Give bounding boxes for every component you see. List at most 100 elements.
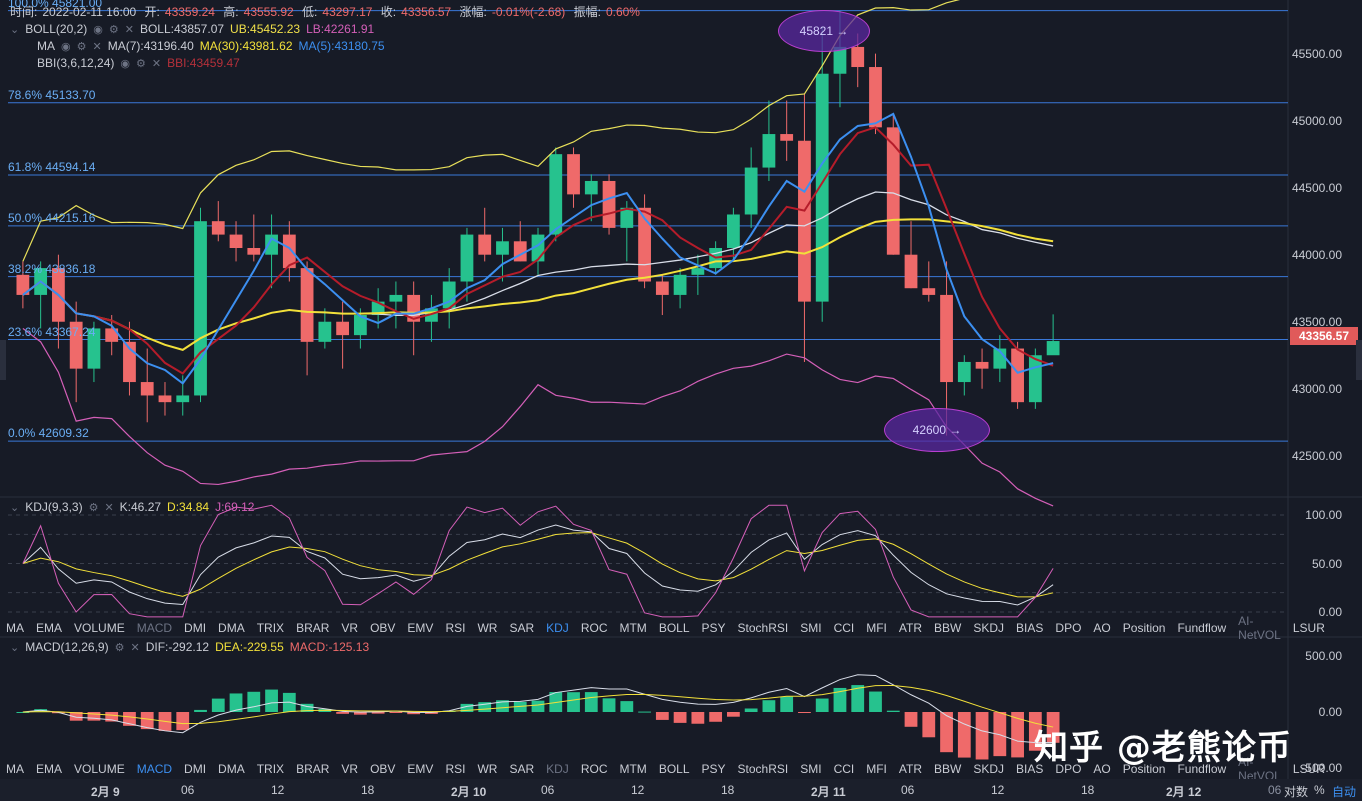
indicator-tab[interactable]: KDJ — [540, 621, 575, 635]
indicator-tab[interactable]: VOLUME — [68, 621, 131, 635]
indicator-tab[interactable]: SAR — [503, 762, 540, 776]
indicator-tab[interactable]: MTM — [613, 621, 652, 635]
kdj-legend[interactable]: ⌄ KDJ(9,3,3) ⚙ ✕ K:46.27 D:34.84 J:69.12 — [10, 499, 254, 515]
bbi-legend[interactable]: BBI(3,6,12,24) ◉ ⚙ ✕ BBI:43459.47 — [10, 55, 240, 71]
indicator-tab[interactable]: TRIX — [251, 762, 290, 776]
indicator-tab[interactable]: MA — [0, 621, 30, 635]
indicator-tab[interactable]: DMI — [178, 621, 212, 635]
settings-icon[interactable]: ⚙ — [109, 23, 119, 36]
timezone-label[interactable]: 06 — [1268, 783, 1281, 797]
indicator-tab[interactable]: DPO — [1049, 621, 1087, 635]
candle-body — [1028, 355, 1042, 403]
indicator-tab[interactable]: DMA — [212, 762, 251, 776]
time-tick-label: 2月 12 — [1166, 785, 1202, 799]
auto-toggle[interactable]: 自动 — [1332, 783, 1356, 800]
amp-label: 振幅: — [573, 5, 601, 19]
left-drawer-handle[interactable] — [0, 340, 6, 380]
indicator-tab[interactable]: WR — [471, 762, 503, 776]
indicator-tab[interactable]: PSY — [696, 621, 732, 635]
settings-icon[interactable]: ⚙ — [77, 40, 87, 53]
indicator-tab[interactable]: SMI — [794, 621, 827, 635]
indicator-tab[interactable]: EMA — [30, 762, 68, 776]
close-icon[interactable]: ✕ — [125, 23, 134, 36]
fib-label: 50.0% 44215.16 — [8, 210, 96, 225]
indicator-tab[interactable]: MACD — [131, 621, 178, 635]
eye-icon[interactable]: ◉ — [120, 57, 130, 70]
amp-value: 0.60% — [605, 5, 640, 19]
indicator-tab[interactable]: ATR — [893, 762, 928, 776]
settings-icon[interactable]: ⚙ — [115, 641, 125, 654]
settings-icon[interactable]: ⚙ — [89, 501, 99, 514]
indicator-tab[interactable]: MA — [0, 762, 30, 776]
indicator-tab[interactable]: BBW — [928, 621, 967, 635]
indicator-tab[interactable]: EMA — [30, 621, 68, 635]
indicator-tab[interactable]: StochRSI — [732, 762, 795, 776]
indicator-tab[interactable]: Position — [1117, 621, 1172, 635]
eye-icon[interactable]: ◉ — [61, 40, 71, 53]
indicator-tab[interactable]: VR — [335, 621, 364, 635]
indicator-tab[interactable]: OBV — [364, 621, 401, 635]
indicator-tab[interactable]: DMI — [178, 762, 212, 776]
right-drawer-handle[interactable] — [1356, 340, 1362, 380]
indicator-tab[interactable]: MFI — [860, 762, 893, 776]
indicator-tab[interactable]: Fundflow — [1171, 621, 1232, 635]
high-value: 43555.92 — [243, 5, 294, 19]
indicator-tab[interactable]: TRIX — [251, 621, 290, 635]
indicator-tab[interactable]: VOLUME — [68, 762, 131, 776]
indicator-tab[interactable]: CCI — [828, 621, 861, 635]
indicator-tab[interactable]: BOLL — [653, 621, 696, 635]
chart-canvas[interactable] — [0, 0, 1362, 801]
indicator-tab[interactable]: WR — [471, 621, 503, 635]
indicator-tab[interactable]: MFI — [860, 621, 893, 635]
time-tick-label: 2月 9 — [91, 785, 120, 799]
indicator-tab[interactable]: ROC — [575, 621, 614, 635]
indicator-tab[interactable]: SKDJ — [967, 621, 1010, 635]
indicator-tab[interactable]: BOLL — [653, 762, 696, 776]
indicator-tab[interactable]: PSY — [696, 762, 732, 776]
indicator-tab[interactable]: CCI — [828, 762, 861, 776]
settings-icon[interactable]: ⚙ — [136, 57, 146, 70]
indicator-tab[interactable]: KDJ — [540, 762, 575, 776]
close-icon[interactable]: ✕ — [152, 57, 161, 70]
ma-legend[interactable]: MA ◉ ⚙ ✕ MA(7):43196.40 MA(30):43981.62 MA… — [10, 38, 385, 54]
eye-icon[interactable]: ◉ — [93, 23, 103, 36]
indicator-tab[interactable]: ROC — [575, 762, 614, 776]
macd-legend[interactable]: ⌄ MACD(12,26,9) ⚙ ✕ DIF:-292.12 DEA:-229.… — [10, 639, 369, 655]
indicator-tab[interactable]: BIAS — [1010, 621, 1049, 635]
indicator-tab[interactable]: AI-NetVOL — [1232, 614, 1287, 642]
close-icon[interactable]: ✕ — [92, 40, 101, 53]
time-tick-label: 12 — [271, 783, 285, 797]
indicator-tab[interactable]: BBW — [928, 762, 967, 776]
log-toggle[interactable]: 对数 — [1284, 783, 1308, 800]
indicator-tab[interactable]: RSI — [439, 621, 471, 635]
indicator-tab[interactable]: VR — [335, 762, 364, 776]
indicator-tab[interactable]: SKDJ — [967, 762, 1010, 776]
indicator-tab[interactable]: ATR — [893, 621, 928, 635]
indicator-tab[interactable]: BRAR — [290, 762, 335, 776]
boll-legend[interactable]: ⌄ BOLL(20,2) ◉ ⚙ ✕ BOLL:43857.07 UB:45452.… — [10, 21, 374, 37]
close-icon[interactable]: ✕ — [130, 641, 139, 654]
indicator-tab[interactable]: MTM — [613, 762, 652, 776]
indicator-tab[interactable]: BRAR — [290, 621, 335, 635]
indicator-tab[interactable]: OBV — [364, 762, 401, 776]
collapse-icon[interactable]: ⌄ — [10, 641, 19, 654]
time-tick-label: 2月 10 — [451, 785, 487, 799]
indicator-tab[interactable]: SAR — [503, 621, 540, 635]
price-axis[interactable]: 45500.00 45000.00 44500.00 44000.00 43500.00… — [1290, 0, 1362, 801]
collapse-icon[interactable]: ⌄ — [10, 501, 19, 514]
indicator-tab[interactable]: AO — [1087, 621, 1116, 635]
indicator-tab[interactable]: DMA — [212, 621, 251, 635]
candle-body — [460, 234, 474, 282]
percent-toggle[interactable]: % — [1314, 783, 1325, 797]
macd-histogram-bar — [957, 712, 971, 758]
close-icon[interactable]: ✕ — [104, 501, 113, 514]
low-annotation-label: 42600 — [912, 423, 947, 437]
collapse-icon[interactable]: ⌄ — [10, 23, 19, 36]
time-axis[interactable]: 06 对数 % 自动 2月 9 06 12 18 2月 10 06 12 18 2月 11 06 1… — [0, 779, 1362, 801]
indicator-tab[interactable]: EMV — [401, 762, 439, 776]
indicator-tab[interactable]: RSI — [439, 762, 471, 776]
indicator-tab[interactable]: SMI — [794, 762, 827, 776]
indicator-tab[interactable]: EMV — [401, 621, 439, 635]
indicator-tab[interactable]: StochRSI — [732, 621, 795, 635]
indicator-tab[interactable]: MACD — [131, 762, 178, 776]
